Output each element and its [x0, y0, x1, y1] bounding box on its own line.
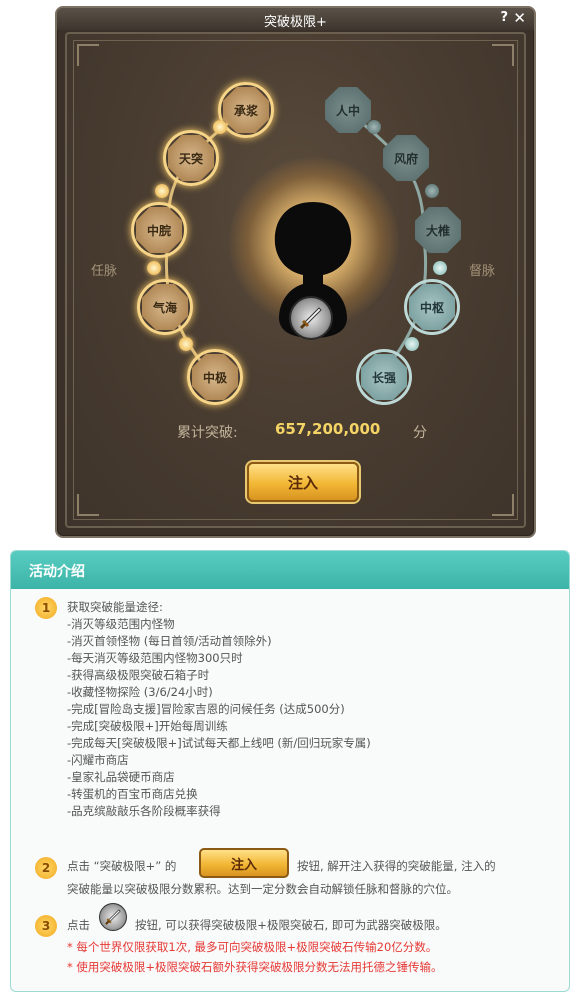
step-3-note-1: * 每个世界仅限获取1次, 最多可向突破极限+极限突破石传输20亿分数。	[67, 940, 438, 954]
intro-title: 活动介绍	[29, 564, 85, 580]
step-1-text: 获取突破能量途径: -消灭等级范围内怪物 -消灭首领怪物 (每日首领/活动首领除…	[67, 599, 371, 820]
step-1-line: -消灭首领怪物 (每日首领/活动首领除外)	[67, 634, 272, 648]
step-1-line: -皇家礼品袋硬币商店	[67, 770, 175, 784]
inject-button-illustration: 注入	[199, 848, 289, 878]
path-dot	[367, 120, 381, 134]
step-1-line: -转蛋机的百宝币商店兑换	[67, 787, 198, 801]
step-1-line: -完成[冒险岛支援]冒险家吉恩的问候任务 (达成500分)	[67, 702, 345, 716]
step-2-line2: 突破能量以突破极限分数累积。达到一定分数会自动解锁任脉和督脉的穴位。	[67, 882, 458, 896]
path-dot	[155, 184, 169, 198]
step-1-line: -完成每天[突破极限+]试试每天都上线吧 (新/回归玩家专属)	[67, 736, 371, 750]
window-titlebar[interactable]: 突破极限+ ? ✕	[57, 8, 534, 30]
path-dot	[213, 120, 227, 134]
step-1-line: 获取突破能量途径:	[67, 600, 163, 614]
sword-icon	[299, 307, 322, 330]
path-dot	[433, 261, 447, 275]
activity-intro-panel: 活动介绍 1 获取突破能量途径: -消灭等级范围内怪物 -消灭首领怪物 (每日首…	[10, 550, 570, 992]
right-meridian-label: 督脉	[469, 264, 496, 279]
cumulative-break-value: 657,200,000	[275, 420, 381, 438]
inject-button[interactable]: 注入	[247, 462, 359, 502]
step-3-part1: 点击	[67, 918, 90, 932]
help-button[interactable]: ?	[500, 10, 508, 25]
step-1-badge: 1	[35, 597, 57, 619]
break-limit-window: 突破极限+ ? ✕ 承浆 天突 中脘 气海 中极 任脉 人中 风府 大椎 中枢 …	[55, 6, 536, 538]
left-meridian-label: 任脉	[91, 264, 118, 279]
step-3-part2: 按钮, 可以获得突破极限+极限突破石, 即可为武器突破极限。	[135, 918, 447, 932]
meridian-panel: 承浆 天突 中脘 气海 中极 任脉 人中 风府 大椎 中枢 长强 督脉 累计突破…	[65, 32, 526, 528]
path-dot	[179, 337, 193, 351]
path-dot	[147, 261, 161, 275]
path-dot	[425, 184, 439, 198]
cumulative-break-unit: 分	[413, 425, 427, 441]
step-2-badge: 2	[35, 857, 57, 879]
close-button[interactable]: ✕	[513, 9, 526, 27]
step-1-line: -消灭等级范围内怪物	[67, 617, 175, 631]
sword-icon	[99, 903, 127, 931]
sword-icon-button[interactable]	[289, 296, 333, 340]
step-1-line: -闪耀市商店	[67, 753, 129, 767]
step-1-line: -品克缤敲敲乐各阶段概率获得	[67, 804, 221, 818]
step-1-line: -收藏怪物探险 (3/6/24小时)	[67, 685, 213, 699]
cumulative-break-label: 累计突破:	[177, 425, 238, 441]
step-1-line: -完成[突破极限+]开始每周训练	[67, 719, 228, 733]
step-3-badge: 3	[35, 915, 57, 937]
window-title: 突破极限+	[264, 15, 327, 30]
step-2-part1: 点击 “突破极限+” 的	[67, 859, 177, 873]
path-dot	[405, 337, 419, 351]
step-3-note-2: * 使用突破极限+极限突破石额外获得突破极限分数无法用托德之锤传输。	[67, 960, 443, 974]
step-2-part2: 按钮, 解开注入获得的突破能量, 注入的	[297, 859, 496, 873]
step-1-line: -获得高级极限突破石箱子时	[67, 668, 210, 682]
intro-header: 活动介绍	[11, 551, 569, 589]
step-1-line: -每天消灭等级范围内怪物300只时	[67, 651, 243, 665]
